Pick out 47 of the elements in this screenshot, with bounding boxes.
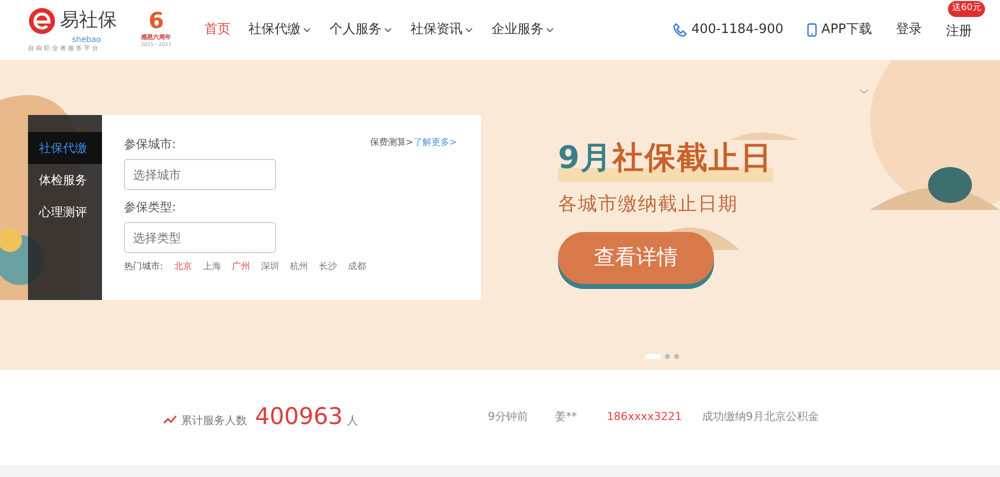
logo-icon <box>28 6 56 35</box>
select-field[interactable]: 选择类型 <box>124 222 276 253</box>
login-link[interactable]: 登录 <box>896 20 922 40</box>
stat-label: 累计服务人数 <box>181 413 247 430</box>
carousel-dot[interactable] <box>674 354 679 359</box>
logo-subtext: shebao <box>72 34 101 44</box>
record-action: 成功缴纳9月北京公积金 <box>702 409 819 426</box>
nav-link[interactable]: 个人服务 <box>320 20 402 40</box>
record-name: 姜** <box>554 409 578 426</box>
nav-link[interactable]: 社保资讯 <box>401 20 482 40</box>
select-field[interactable]: 选择城市 <box>124 159 276 190</box>
side-tab[interactable]: 心理测评 <box>28 196 102 228</box>
banner-title: 社保截止日 <box>612 140 773 176</box>
nav-link[interactable]: 社保代缴 <box>239 20 320 40</box>
field-label: 参保城市: <box>124 136 178 153</box>
city-link[interactable]: 杭州 <box>290 261 308 274</box>
city-link[interactable]: 广州 <box>232 261 250 274</box>
side-tab[interactable]: 体检服务 <box>28 164 102 196</box>
stat-unit: 人 <box>346 413 358 430</box>
banner-subtitle: 各城市缴纳截止日期 <box>558 192 739 216</box>
side-tab[interactable]: 社保代缴 <box>28 132 102 164</box>
carousel-dot[interactable] <box>665 354 670 359</box>
stat-count: 400963 <box>255 403 343 432</box>
banner-title-highlight: 9月 <box>558 140 613 176</box>
nav-link[interactable]: 首页 <box>195 20 240 40</box>
calculator-text: 保费测算> <box>370 138 414 148</box>
city-link[interactable]: 深圳 <box>261 261 280 274</box>
hot-cities-label: 热门城市: <box>124 261 164 274</box>
city-link[interactable]: 北京 <box>174 261 192 274</box>
details-button[interactable]: 查看详情 <box>558 232 714 284</box>
city-link[interactable]: 长沙 <box>319 261 338 274</box>
mobile-icon <box>807 23 818 37</box>
field-label: 参保类型: <box>124 199 178 216</box>
trend-up-icon <box>163 414 177 424</box>
logo-text: 易社保 <box>60 11 117 30</box>
record-phone: 186xxxx3221 <box>606 409 683 426</box>
phone-icon <box>673 23 688 37</box>
register-link[interactable]: 注册 <box>946 24 972 39</box>
city-link[interactable]: 上海 <box>203 261 222 274</box>
anniversary-number: 6 <box>148 10 164 33</box>
city-link[interactable]: 成都 <box>348 261 366 274</box>
promo-badge: 送60元 <box>948 1 986 16</box>
phone-number: 400-1184-900 <box>691 21 784 40</box>
app-download-link[interactable]: APP下载 <box>807 20 872 40</box>
learn-more-link[interactable]: 了解更多> <box>413 138 457 148</box>
nav-link[interactable]: 企业服务 <box>482 20 564 40</box>
record-time: 9分钟前 <box>488 409 529 426</box>
